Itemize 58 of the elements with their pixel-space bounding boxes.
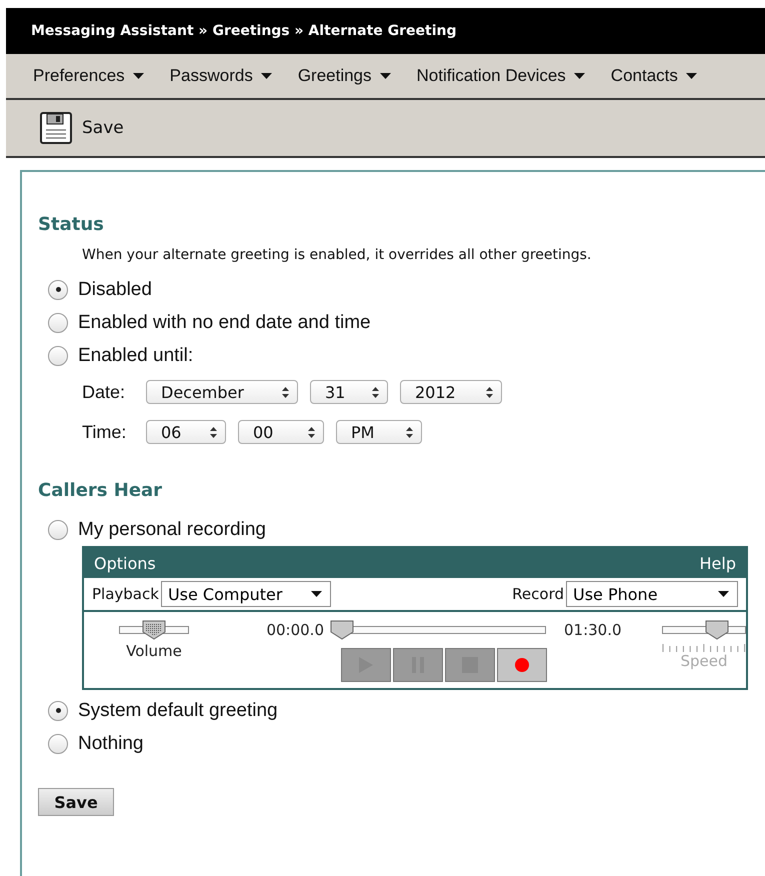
time-label: 00:00.0 [266,621,324,639]
radio-label: My personal recording [78,518,266,540]
time-select[interactable]: 06 [146,420,226,444]
field-label: Date: [82,382,126,402]
field-label: Record [512,585,564,603]
slider-label: Speed [680,652,728,670]
menu-item[interactable]: Notification Devices [416,66,585,86]
spinner-arrows-icon [372,386,379,398]
spinner-arrows-icon [486,386,493,398]
caret-icon [686,73,697,79]
radio-button[interactable] [48,312,68,332]
time-select[interactable]: 00 [238,420,324,444]
spinner-arrows-icon [282,386,289,398]
help-menu[interactable]: Help [700,554,736,572]
caret-icon [380,73,391,79]
menu-item[interactable]: Contacts [610,66,697,86]
save-button[interactable]: Save [38,788,114,816]
section-heading: Status [38,214,105,235]
radio-button[interactable] [48,700,68,720]
slider-thumb[interactable] [142,620,166,640]
slider-label: Volume [126,642,182,660]
options-menu[interactable]: Options [94,554,156,572]
radio-label: System default greeting [78,700,278,722]
radio-button[interactable] [48,280,68,300]
playback-dropdown[interactable]: Use Computer [160,581,331,607]
caret-icon [718,591,729,597]
caret-icon [574,73,585,79]
caret-icon [310,591,322,597]
caret-icon [260,73,272,79]
time-select[interactable]: PM [336,420,422,444]
field-label: Time: [82,422,128,442]
date-select[interactable]: 2012 [400,380,502,404]
breadcrumb: Messaging Assistant » Greetings » Alternate Greeting [31,23,457,39]
radio-label: Enabled until: [78,344,194,366]
save-tool-button[interactable]: Save [40,112,124,144]
menu-item[interactable]: Passwords [170,66,272,86]
record-icon [515,658,529,672]
spinner-arrows-icon [210,426,217,438]
radio-label: Enabled with no end date and time [78,312,371,334]
spinner-arrows-icon [406,426,413,438]
menu-item[interactable]: Preferences [33,66,144,86]
date-select[interactable]: December [146,380,298,404]
time-label: 01:30.0 [564,621,622,639]
menu-item[interactable]: Greetings [298,66,391,86]
slider-thumb[interactable] [330,620,354,640]
radio-label: Disabled [78,278,152,300]
field-label: Playback [92,585,159,603]
record-button[interactable] [497,648,547,682]
caret-icon [132,73,144,79]
description-text: When your alternate greeting is enabled, it overrides all other greetings. [82,247,592,263]
radio-label: Nothing [78,732,144,754]
radio-button[interactable] [48,346,68,366]
date-select[interactable]: 31 [310,380,388,404]
section-heading: Callers Hear [38,480,164,501]
spinner-arrows-icon [308,426,315,438]
radio-button[interactable] [48,520,68,540]
record-dropdown[interactable]: Use Phone [566,581,738,607]
radio-button[interactable] [48,734,68,754]
